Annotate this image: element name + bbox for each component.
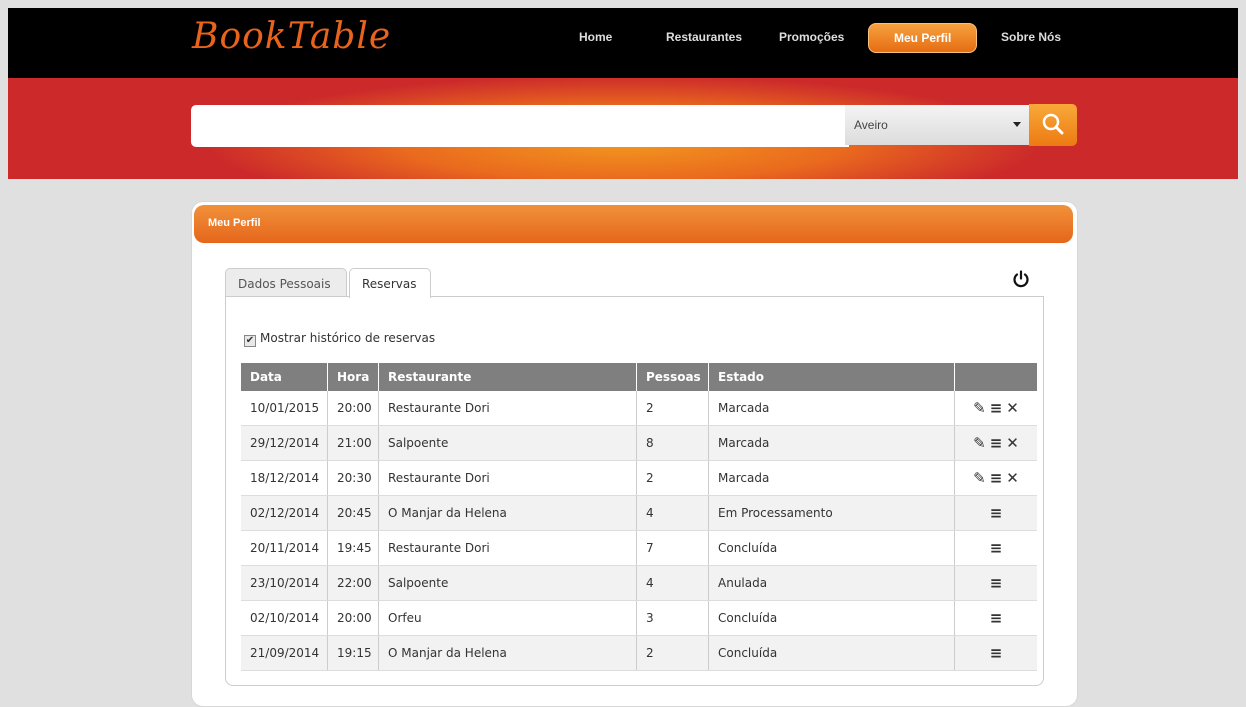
power-icon[interactable] bbox=[1012, 270, 1030, 288]
panel-title: Meu Perfil bbox=[208, 217, 261, 229]
row-actions: ≡ bbox=[954, 600, 1037, 636]
cell-people: 2 bbox=[636, 391, 709, 426]
cell-time: 20:00 bbox=[327, 600, 379, 636]
cell-time: 20:45 bbox=[327, 495, 379, 531]
cell-date: 29/12/2014 bbox=[241, 425, 328, 461]
nav-sobre-nos[interactable]: Sobre Nós bbox=[1001, 30, 1061, 44]
cell-time: 19:15 bbox=[327, 635, 379, 671]
edit-icon[interactable]: ✎ bbox=[973, 399, 986, 417]
details-icon[interactable]: ≡ bbox=[990, 469, 1003, 487]
nav-meu-perfil[interactable]: Meu Perfil bbox=[868, 23, 978, 53]
tab-reservas-label: Reservas bbox=[362, 277, 417, 291]
cell-status: Marcada bbox=[708, 460, 955, 496]
cell-status: Concluída bbox=[708, 600, 955, 636]
cancel-icon[interactable]: ✕ bbox=[1006, 399, 1019, 417]
cell-time: 20:30 bbox=[327, 460, 379, 496]
tab-dados-pessoais-label: Dados Pessoais bbox=[238, 277, 331, 291]
details-icon[interactable]: ≡ bbox=[990, 434, 1003, 452]
cancel-icon[interactable]: ✕ bbox=[1006, 469, 1019, 487]
details-icon[interactable]: ≡ bbox=[990, 644, 1003, 662]
col-estado: Estado bbox=[708, 363, 955, 391]
search-button[interactable] bbox=[1029, 104, 1077, 146]
tab-dados-pessoais[interactable]: Dados Pessoais bbox=[225, 268, 347, 297]
cell-people: 2 bbox=[636, 460, 709, 496]
table-row: 02/10/2014 20:00 Orfeu 3 Concluída ≡ bbox=[241, 600, 1037, 636]
cell-date: 02/12/2014 bbox=[241, 495, 328, 531]
details-icon[interactable]: ≡ bbox=[990, 399, 1003, 417]
cell-time: 22:00 bbox=[327, 565, 379, 601]
search-icon bbox=[1042, 113, 1064, 135]
cell-time: 20:00 bbox=[327, 391, 379, 426]
table-row: 10/01/2015 20:00 Restaurante Dori 2 Marcada ✎… bbox=[241, 391, 1037, 426]
logo[interactable]: BookTable bbox=[192, 16, 391, 57]
cell-restaurant: Salpoente bbox=[378, 565, 637, 601]
city-select-value: Aveiro bbox=[854, 118, 888, 132]
cell-time: 19:45 bbox=[327, 530, 379, 566]
row-actions: ≡ bbox=[954, 495, 1037, 531]
details-icon[interactable]: ≡ bbox=[990, 609, 1003, 627]
cell-date: 18/12/2014 bbox=[241, 460, 328, 496]
nav-restaurantes[interactable]: Restaurantes bbox=[666, 30, 742, 44]
row-actions: ≡ bbox=[954, 530, 1037, 566]
cell-date: 20/11/2014 bbox=[241, 530, 328, 566]
cell-status: Marcada bbox=[708, 391, 955, 426]
cell-restaurant: Orfeu bbox=[378, 600, 637, 636]
table-row: 21/09/2014 19:15 O Manjar da Helena 2 Conclu… bbox=[241, 635, 1037, 671]
nav-promocoes[interactable]: Promoções bbox=[779, 30, 844, 44]
row-actions: ✎ ≡ ✕ bbox=[954, 425, 1037, 461]
cell-restaurant: Restaurante Dori bbox=[378, 530, 637, 566]
edit-icon[interactable]: ✎ bbox=[973, 469, 986, 487]
row-actions: ✎ ≡ ✕ bbox=[954, 391, 1037, 426]
panel-header: Meu Perfil bbox=[194, 205, 1073, 243]
cell-people: 3 bbox=[636, 600, 709, 636]
cell-time: 21:00 bbox=[327, 425, 379, 461]
cell-restaurant: O Manjar da Helena bbox=[378, 635, 637, 671]
cell-status: Em Processamento bbox=[708, 495, 955, 531]
col-data: Data bbox=[241, 363, 328, 391]
row-actions: ≡ bbox=[954, 565, 1037, 601]
cell-restaurant: Restaurante Dori bbox=[378, 460, 637, 496]
details-icon[interactable]: ≡ bbox=[990, 539, 1003, 557]
col-restaurante: Restaurante bbox=[378, 363, 637, 391]
cell-people: 8 bbox=[636, 425, 709, 461]
col-hora: Hora bbox=[327, 363, 379, 391]
edit-icon[interactable]: ✎ bbox=[973, 434, 986, 452]
cell-date: 23/10/2014 bbox=[241, 565, 328, 601]
cell-people: 4 bbox=[636, 565, 709, 601]
table-row: 23/10/2014 22:00 Salpoente 4 Anulada ≡ bbox=[241, 565, 1037, 601]
history-checkbox[interactable]: ✔ bbox=[244, 335, 256, 347]
row-actions: ✎ ≡ ✕ bbox=[954, 460, 1037, 496]
reservations-table: Data Hora Restaurante Pessoas Estado 10/… bbox=[241, 363, 1037, 671]
cell-restaurant: O Manjar da Helena bbox=[378, 495, 637, 531]
cell-status: Concluída bbox=[708, 530, 955, 566]
chevron-down-icon bbox=[1013, 122, 1021, 127]
table-row: 18/12/2014 20:30 Restaurante Dori 2 Marcada ✎… bbox=[241, 460, 1037, 496]
history-checkbox-row[interactable]: ✔ Mostrar histórico de reservas bbox=[244, 331, 435, 347]
cell-status: Concluída bbox=[708, 635, 955, 671]
cancel-icon[interactable]: ✕ bbox=[1006, 434, 1019, 452]
cell-restaurant: Restaurante Dori bbox=[378, 391, 637, 426]
cell-people: 2 bbox=[636, 635, 709, 671]
cell-date: 02/10/2014 bbox=[241, 600, 328, 636]
table-row: 02/12/2014 20:45 O Manjar da Helena 4 Em Pro… bbox=[241, 495, 1037, 531]
history-label: Mostrar histórico de reservas bbox=[260, 331, 436, 345]
cell-date: 21/09/2014 bbox=[241, 635, 328, 671]
col-actions bbox=[954, 363, 1037, 391]
cell-status: Marcada bbox=[708, 425, 955, 461]
search-input[interactable] bbox=[191, 105, 849, 147]
cell-restaurant: Salpoente bbox=[378, 425, 637, 461]
col-pessoas: Pessoas bbox=[636, 363, 709, 391]
table-row: 29/12/2014 21:00 Salpoente 8 Marcada ✎ ≡ ✕ bbox=[241, 425, 1037, 461]
details-icon[interactable]: ≡ bbox=[990, 504, 1003, 522]
cell-people: 7 bbox=[636, 530, 709, 566]
cell-people: 4 bbox=[636, 495, 709, 531]
row-actions: ≡ bbox=[954, 635, 1037, 671]
tab-reservas[interactable]: Reservas bbox=[349, 268, 431, 298]
details-icon[interactable]: ≡ bbox=[990, 574, 1003, 592]
table-row: 20/11/2014 19:45 Restaurante Dori 7 Concluíd… bbox=[241, 530, 1037, 566]
city-select[interactable]: Aveiro bbox=[845, 105, 1029, 145]
nav-home[interactable]: Home bbox=[579, 30, 612, 44]
cell-date: 10/01/2015 bbox=[241, 391, 328, 426]
cell-status: Anulada bbox=[708, 565, 955, 601]
